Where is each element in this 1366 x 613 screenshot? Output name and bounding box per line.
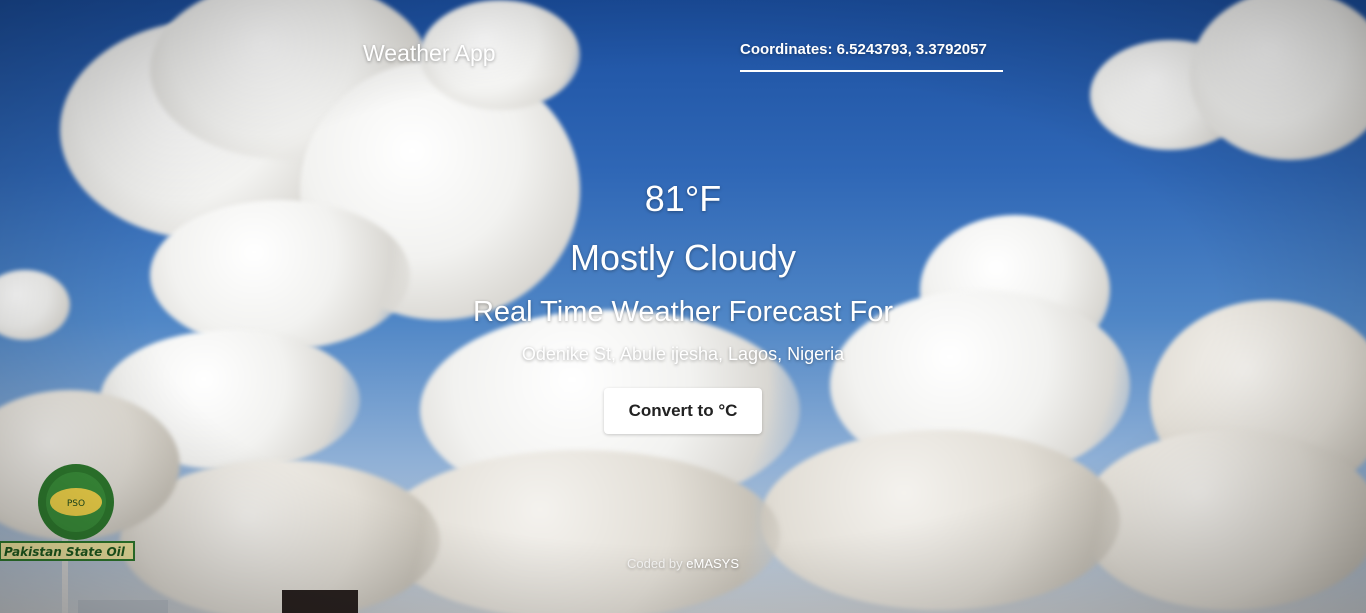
forecast-subtitle: Real Time Weather Forecast For — [472, 296, 894, 328]
weather-summary: Mostly Cloudy — [569, 237, 797, 278]
author-name: eMASYS — [686, 556, 740, 571]
credit-prefix: Coded by — [626, 556, 683, 571]
convert-unit-button[interactable]: Convert to °C — [604, 388, 762, 434]
temperature-readout: 81°F — [644, 178, 722, 219]
app-title: Weather App — [363, 40, 496, 66]
weather-app: Weather App Coordinates: 6.5243793, 3.37… — [0, 0, 1366, 613]
coordinates-label: Coordinates: 6.5243793, 3.3792057 — [740, 41, 1003, 72]
footer-credit: Coded by eMASYS — [0, 556, 1366, 571]
location-label: Odenike St, Abule ijesha, Lagos, Nigeria — [521, 344, 845, 364]
